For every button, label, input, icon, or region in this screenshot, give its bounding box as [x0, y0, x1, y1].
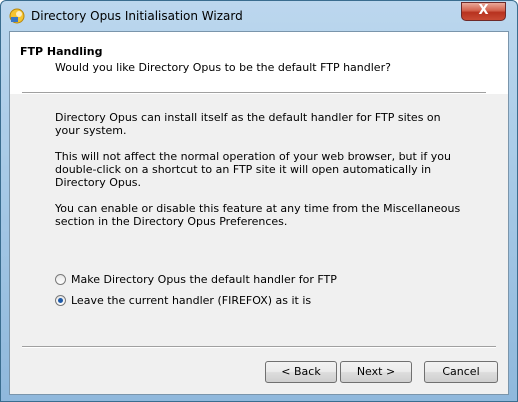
cancel-button[interactable]: Cancel [424, 361, 498, 383]
close-button[interactable]: X [461, 2, 506, 21]
directory-opus-app-icon [9, 8, 25, 24]
radio-button-checked[interactable] [55, 294, 66, 306]
radio-label[interactable]: Leave the current handler (FIREFOX) as i… [71, 294, 311, 307]
wizard-window: Directory Opus Initialisation Wizard X F… [0, 0, 518, 402]
radio-button-unchecked[interactable] [55, 273, 66, 285]
radio-make-default[interactable]: Make Directory Opus the default handler … [55, 272, 337, 286]
back-button[interactable]: < Back [265, 361, 337, 383]
header-divider [22, 92, 486, 94]
description-paragraph: This will not affect the normal operatio… [55, 150, 451, 189]
window-title: Directory Opus Initialisation Wizard [31, 9, 243, 23]
description-paragraph: Directory Opus can install itself as the… [55, 111, 441, 137]
footer-divider [22, 346, 496, 348]
page-subtitle: Would you like Directory Opus to be the … [55, 61, 391, 74]
description-paragraph: You can enable or disable this feature a… [55, 202, 461, 228]
radio-label[interactable]: Make Directory Opus the default handler … [71, 273, 337, 286]
title-bar[interactable]: Directory Opus Initialisation Wizard X [1, 1, 517, 31]
radio-leave-current[interactable]: Leave the current handler (FIREFOX) as i… [55, 293, 311, 307]
wizard-header: FTP Handling Would you like Directory Op… [10, 32, 508, 94]
dialog-client-area: FTP Handling Would you like Directory Op… [9, 31, 509, 395]
page-title: FTP Handling [20, 45, 103, 58]
next-button[interactable]: Next > [340, 361, 412, 383]
